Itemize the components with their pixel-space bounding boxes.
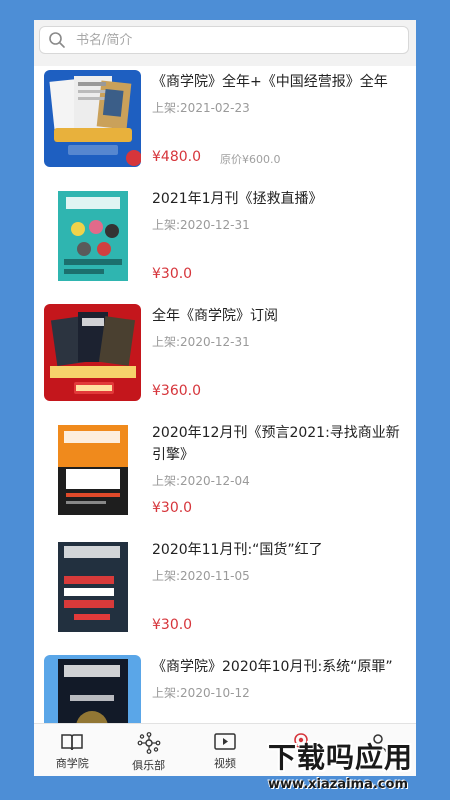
book-icon	[61, 734, 83, 751]
cover-image	[44, 187, 141, 284]
search-input[interactable]	[74, 27, 408, 53]
item-date: 上架:2020-10-12	[152, 686, 250, 700]
cover-image	[44, 538, 141, 635]
list-item[interactable]: 2021年1月刊《拯救直播》 上架:2020-12-31 ¥30.0	[34, 183, 416, 300]
cover-image	[44, 421, 141, 518]
list-item[interactable]: 2020年11月刊:“国货”红了 上架:2020-11-05 ¥30.0	[34, 534, 416, 651]
item-date: 上架:2020-11-05	[152, 569, 250, 583]
list-item[interactable]: 全年《商学院》订阅 上架:2020-12-31 ¥360.0	[34, 300, 416, 417]
item-title: 《商学院》2020年10月刊:系统“原罪”	[152, 659, 393, 675]
watermark-logo: 下载吗应用	[268, 741, 414, 774]
item-title: 2020年12月刊《预言2021:寻找商业新引擎》	[152, 425, 400, 463]
tab-business-school[interactable]: 商学院	[34, 724, 110, 776]
search-box[interactable]	[39, 26, 409, 54]
list-item[interactable]: 2020年12月刊《预言2021:寻找商业新引擎》 上架:2020-12-04 …	[34, 417, 416, 534]
list-item[interactable]: 《商学院》2020年10月刊:系统“原罪” 上架:2020-10-12	[34, 651, 416, 723]
item-date: 上架:2020-12-31	[152, 335, 250, 349]
list-item[interactable]: 《商学院》全年+《中国经营报》全年 上架:2021-02-23 ¥480.0 原…	[34, 66, 416, 183]
search-icon	[49, 32, 65, 48]
item-original-price: 原价¥600.0	[220, 153, 281, 166]
cover-image	[44, 70, 141, 167]
network-icon	[137, 732, 161, 754]
item-title: 全年《商学院》订阅	[152, 308, 278, 324]
item-date: 上架:2020-12-04	[152, 474, 250, 488]
search-bar	[34, 20, 416, 66]
item-price: ¥30.0	[152, 266, 193, 282]
item-title: 2021年1月刊《拯救直播》	[152, 191, 323, 207]
item-date: 上架:2021-02-23	[152, 101, 250, 115]
tab-label: 商学院	[55, 757, 89, 770]
item-date: 上架:2020-12-31	[152, 218, 250, 232]
tab-club[interactable]: 俱乐部	[110, 724, 186, 776]
watermark-url: www.xiazaima.com	[268, 777, 408, 792]
item-title: 2020年11月刊:“国货”红了	[152, 542, 323, 558]
cover-image	[44, 655, 141, 723]
item-price: ¥30.0	[152, 617, 193, 633]
cover-image	[44, 304, 141, 401]
magazine-list: 《商学院》全年+《中国经营报》全年 上架:2021-02-23 ¥480.0 原…	[34, 66, 416, 723]
item-price: ¥30.0	[152, 500, 193, 516]
tab-video[interactable]: 视频	[187, 724, 263, 776]
tab-label: 俱乐部	[132, 759, 166, 772]
item-title: 《商学院》全年+《中国经营报》全年	[152, 74, 388, 90]
item-price: ¥360.0	[152, 383, 201, 399]
video-icon	[214, 733, 236, 750]
tab-label: 视频	[214, 757, 237, 770]
app-screen: 《商学院》全年+《中国经营报》全年 上架:2021-02-23 ¥480.0 原…	[34, 20, 416, 776]
item-price: ¥480.0	[152, 149, 201, 165]
